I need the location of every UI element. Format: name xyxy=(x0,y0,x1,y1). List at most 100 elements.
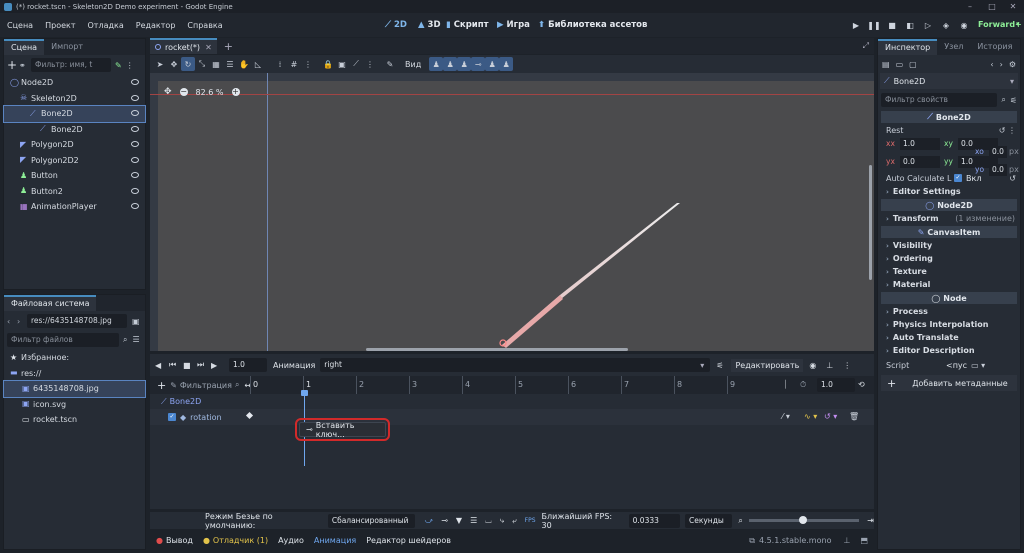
tab-shader-editor[interactable]: Редактор шейдеров xyxy=(366,536,451,545)
snap-frames-icon[interactable]: ⤶ xyxy=(512,516,516,526)
visibility-eye-icon[interactable] xyxy=(131,141,139,147)
tab-node[interactable]: Узел xyxy=(937,39,970,55)
history-list-icon[interactable]: ⚙ xyxy=(1009,60,1016,69)
scene-node[interactable]: ⟋ Bone2D xyxy=(3,105,146,123)
grid-snap-icon[interactable]: # xyxy=(287,57,301,71)
menu-debug[interactable]: Отладка xyxy=(88,21,124,30)
section-ordering[interactable]: › Ordering xyxy=(878,252,1020,265)
fs-item[interactable]: ▣ icon.svg xyxy=(4,397,145,413)
key-insert-icon[interactable]: ♟ xyxy=(429,57,444,71)
loop-wrap-icon[interactable]: ↺ ▾ xyxy=(824,412,837,421)
renderer-chevron-icon[interactable]: ▾ xyxy=(1016,20,1020,28)
canvas-viewport[interactable]: ✥ − 82.6 % + xyxy=(150,73,874,351)
ruler-tool-icon[interactable]: ◺ xyxy=(251,57,265,71)
keyframe-marker[interactable] xyxy=(245,411,254,420)
play-from-start-icon[interactable]: ⏭ xyxy=(197,360,211,370)
tab-import[interactable]: Импорт xyxy=(44,39,90,55)
fps-icon[interactable]: FPS xyxy=(525,517,536,524)
insert-key-icon[interactable]: ♟ xyxy=(485,57,500,71)
section-texture[interactable]: › Texture xyxy=(878,265,1020,278)
tab-output[interactable]: Вывод xyxy=(166,536,193,545)
loop-icon[interactable]: ⏐ xyxy=(783,380,788,390)
anim-select[interactable]: right xyxy=(320,358,711,372)
track-group-bone2d[interactable]: ⟋ Bone2D xyxy=(150,394,874,409)
insert-key-popup[interactable]: ⊸ Вставить ключ... xyxy=(295,418,390,441)
section-visibility[interactable]: › Visibility xyxy=(878,239,1020,252)
workspace-2d[interactable]: ⟋ 2D xyxy=(385,13,407,37)
visibility-eye-icon[interactable] xyxy=(131,172,139,178)
key-rotation-icon[interactable]: ♟ xyxy=(443,57,458,71)
close-tab-icon[interactable]: ✕ xyxy=(205,43,212,52)
fs-item[interactable]: ▬ res:// xyxy=(4,366,145,382)
rest-yo[interactable]: 0.0 xyxy=(989,163,1007,176)
filter-selected-icon[interactable]: ▼ xyxy=(456,516,462,525)
remote-debug-icon[interactable]: ◧ xyxy=(902,17,918,33)
tab-audio[interactable]: Аудио xyxy=(278,536,304,545)
edit-menu-button[interactable]: Редактировать xyxy=(731,358,804,372)
copy-version-icon[interactable]: ⧉ xyxy=(749,536,755,546)
filter-options-icon[interactable]: ⚟ xyxy=(1010,96,1017,105)
section-material[interactable]: › Material xyxy=(878,278,1020,291)
track-enable-checkbox[interactable]: ✓ xyxy=(168,413,176,421)
bone-tool-icon[interactable]: ⟋ xyxy=(349,57,363,71)
scene-node[interactable]: ♟ Button2 xyxy=(4,184,145,200)
play-custom-icon[interactable]: ◈ xyxy=(938,17,954,33)
h-scrollbar[interactable] xyxy=(366,348,628,351)
scene-node[interactable]: ☠ Skeleton2D xyxy=(4,91,145,107)
playhead-handle[interactable] xyxy=(301,390,308,396)
visibility-eye-icon[interactable] xyxy=(131,94,139,101)
movie-icon[interactable]: ◉ xyxy=(956,17,972,33)
anim-props-icon[interactable]: ⚟ xyxy=(716,361,723,370)
group-tracks-icon[interactable]: ☰ xyxy=(470,516,477,525)
menu-scene[interactable]: Сцена xyxy=(7,21,33,30)
rest-xo[interactable]: 0.0 xyxy=(989,145,1007,158)
load-resource-icon[interactable]: ▭ xyxy=(896,60,904,69)
distraction-free-icon[interactable]: ⤢ xyxy=(863,41,869,51)
attach-script-icon[interactable]: ✎ xyxy=(115,61,122,70)
interp-mode-icon[interactable]: ⁄ ▾ xyxy=(782,412,790,421)
back-icon[interactable]: ‹ xyxy=(7,317,17,326)
time-unit-select[interactable]: Секунды xyxy=(684,513,733,528)
zoom-in-button[interactable]: + xyxy=(231,88,240,96)
menu-project[interactable]: Проект xyxy=(45,21,75,30)
menu-help[interactable]: Справка xyxy=(187,21,222,30)
anim-length-input[interactable]: 1.0 xyxy=(817,378,855,392)
play-backwards-icon[interactable]: ◀ xyxy=(155,361,169,370)
add-metadata-button[interactable]: + Добавить метаданные xyxy=(881,375,1017,391)
scene-node[interactable]: ◤ Polygon2D2 xyxy=(4,153,145,169)
scene-tab-rocket[interactable]: rocket(*) ✕ xyxy=(150,38,217,54)
smart-snap-icon[interactable]: ⁞ xyxy=(273,57,287,71)
split-view-icon[interactable]: ▣ xyxy=(132,317,140,326)
script-value[interactable]: <пус xyxy=(946,361,967,370)
loop-mode-icon[interactable]: ⟲ xyxy=(858,380,865,389)
fit-icon[interactable]: ⇥ xyxy=(867,516,874,525)
timeline-ruler[interactable]: 0123456789 xyxy=(250,376,780,394)
onion-skin-icon[interactable]: ◉ xyxy=(809,361,816,370)
pin-icon[interactable]: ⊥ xyxy=(826,361,833,370)
workspace-3d[interactable]: ▲ 3D xyxy=(418,13,441,37)
inspected-object[interactable]: Bone2D xyxy=(894,77,926,86)
update-mode-icon[interactable]: ∿ ▾ xyxy=(804,412,817,421)
section-process[interactable]: › Process xyxy=(878,305,1020,318)
expand-panel-icon[interactable]: ⬒ xyxy=(860,536,868,545)
visibility-eye-icon[interactable] xyxy=(131,187,139,194)
tab-inspector[interactable]: Инспектор xyxy=(878,39,938,55)
play-anim-icon[interactable]: ▶ xyxy=(211,361,225,370)
object-menu-chevron-icon[interactable]: ▾ xyxy=(1010,77,1014,86)
bezier-mode-select[interactable]: Сбалансированный xyxy=(327,513,415,528)
snap-options-icon[interactable]: ⋮ xyxy=(301,57,315,71)
close-window-button[interactable]: ✕ xyxy=(1003,0,1023,13)
delete-track-icon[interactable]: 🗑 xyxy=(849,412,859,421)
anim-step-input[interactable]: 1.0 xyxy=(229,358,267,372)
key-scale-icon[interactable]: ♟ xyxy=(457,57,472,71)
ruler-icon[interactable]: ▦ xyxy=(209,57,223,71)
fs-item[interactable]: ▭ rocket.tscn xyxy=(4,412,145,428)
fps-input[interactable]: 0.0333 xyxy=(628,513,680,528)
fs-path-input[interactable]: res://6435148708.jpg xyxy=(27,314,127,328)
rest-yx[interactable]: 0.0 xyxy=(900,155,940,168)
fs-item[interactable]: ▣ 6435148708.jpg xyxy=(3,380,146,398)
lock-icon[interactable]: 🔒 xyxy=(321,57,335,71)
version-label[interactable]: 4.5.1.stable.mono xyxy=(759,536,832,545)
visibility-eye-icon[interactable] xyxy=(131,156,139,163)
visibility-eye-icon[interactable] xyxy=(131,203,139,209)
